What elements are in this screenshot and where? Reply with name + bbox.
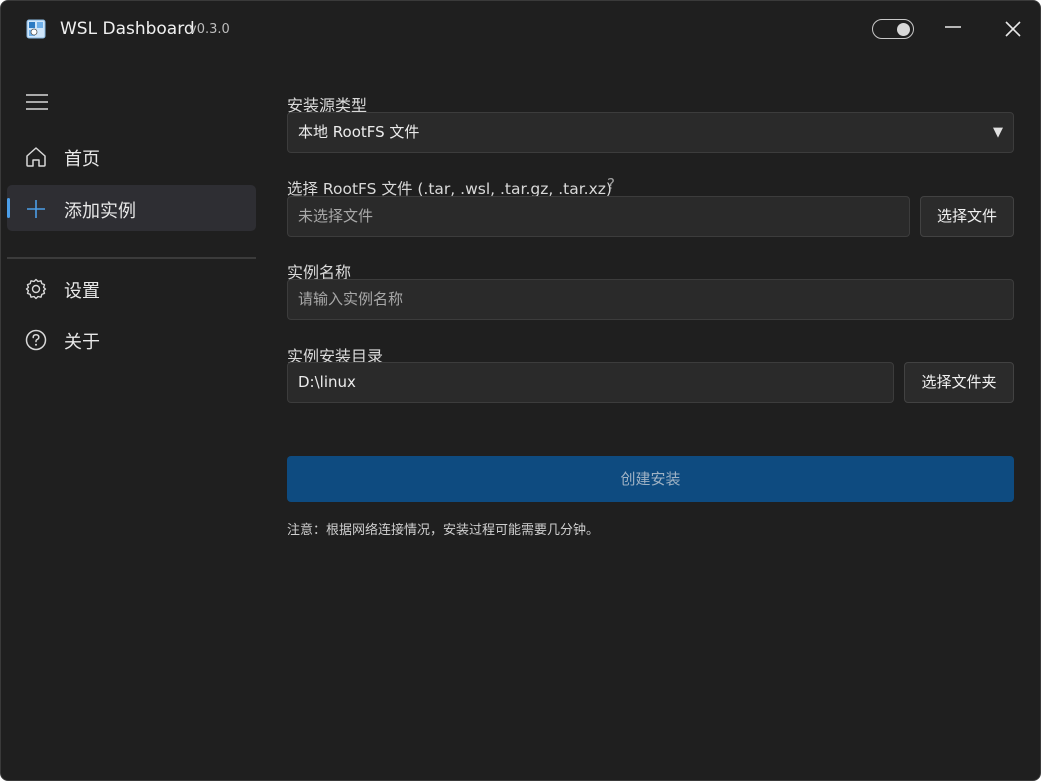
plus-icon — [27, 200, 45, 218]
title-bar: WSL Dashboard v0.3.0 — [1, 1, 1040, 57]
select-folder-button[interactable]: 选择文件夹 — [904, 362, 1014, 403]
toggle-knob — [897, 22, 910, 36]
sidebar-item-home[interactable]: 首页 — [7, 133, 256, 179]
theme-toggle[interactable] — [872, 19, 914, 39]
home-icon — [26, 147, 46, 167]
sidebar-item-settings[interactable]: 设置 — [7, 265, 256, 311]
sidebar-item-about[interactable]: 关于 — [7, 316, 256, 362]
sidebar-item-label: 添加实例 — [64, 201, 136, 222]
rootfs-file-path-value: 未选择文件 — [298, 207, 374, 225]
hamburger-menu-icon[interactable] — [26, 93, 48, 111]
dropdown-arrow-icon: ▼ — [993, 125, 1003, 140]
rootfs-file-path-field[interactable]: 未选择文件 — [287, 196, 910, 237]
instance-name-input[interactable]: 请输入实例名称 — [287, 279, 1014, 320]
sidebar-item-label: 设置 — [64, 281, 100, 302]
source-type-value: 本地 RootFS 文件 — [298, 123, 420, 141]
app-title: WSL Dashboard — [60, 19, 195, 39]
sidebar-item-add-instance[interactable]: 添加实例 — [7, 185, 256, 231]
close-icon[interactable] — [998, 13, 1028, 45]
install-dir-input[interactable]: D:\linux — [287, 362, 894, 403]
app-window: WSL Dashboard v0.3.0 首页 添加实例 设置 关于 安装源类型… — [0, 0, 1041, 781]
install-dir-value: D:\linux — [298, 373, 356, 391]
install-note: 注意：根据网络连接情况，安装过程可能需要几分钟。 — [287, 523, 600, 538]
sidebar-item-label: 首页 — [64, 149, 100, 170]
help-icon[interactable]: ? — [607, 175, 615, 193]
question-circle-icon — [25, 329, 47, 351]
minimize-icon[interactable] — [938, 13, 968, 45]
source-type-select[interactable]: 本地 RootFS 文件 ▼ — [287, 112, 1014, 153]
select-file-button[interactable]: 选择文件 — [920, 196, 1014, 237]
gear-icon — [25, 278, 47, 300]
instance-name-placeholder: 请输入实例名称 — [298, 290, 404, 308]
create-install-button[interactable]: 创建安装 — [287, 456, 1014, 502]
app-window-icon — [26, 19, 46, 39]
sidebar-divider — [7, 257, 256, 259]
app-version: v0.3.0 — [189, 22, 230, 37]
sidebar-item-label: 关于 — [64, 332, 100, 353]
active-indicator — [7, 198, 10, 218]
